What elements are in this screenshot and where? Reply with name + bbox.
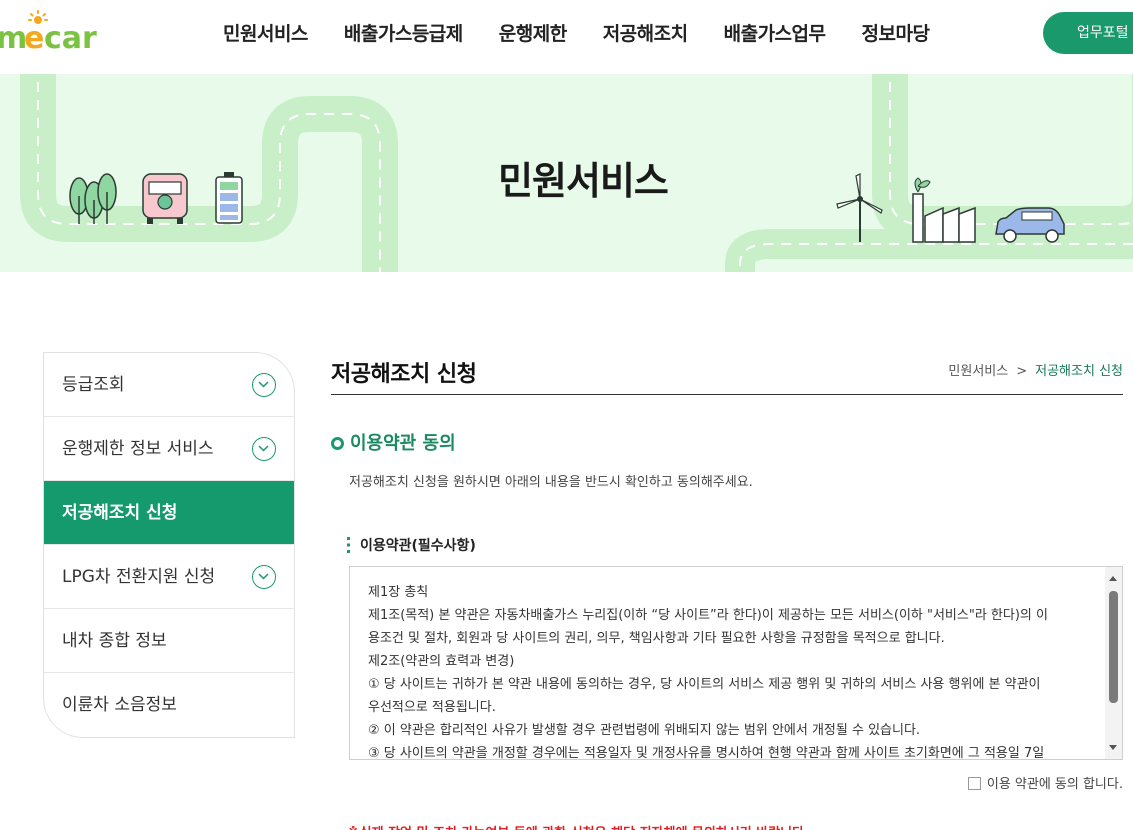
circle-bullet-icon [331,437,344,450]
breadcrumb-separator: > [1016,364,1028,379]
breadcrumb: 민원서비스 > 저공해조치 신청 [948,360,1123,379]
svg-text:e: e [24,21,44,54]
breadcrumb-current: 저공해조치 신청 [1035,364,1123,379]
sidebar-item-grade-lookup[interactable]: 등급조회 [44,353,294,417]
terms-line: ② 이 약관은 합리적인 사유가 발생할 경우 관련법령에 위배되지 않는 범위… [368,723,921,738]
breadcrumb-root[interactable]: 민원서비스 [948,364,1008,379]
nav-item-info-square[interactable]: 정보마당 [844,18,948,50]
section-description: 저공해조치 신청을 원하시면 아래의 내용을 반드시 확인하고 동의해주세요. [349,475,753,490]
agree-terms-checkbox-label[interactable]: 이용 약관에 동의 합니다. [967,773,1123,792]
scrollbar-thumb[interactable] [1109,591,1118,703]
work-portal-button[interactable]: 업무포털 [1043,12,1133,54]
side-nav: 등급조회 운행제한 정보 서비스 저공해조치 신청 LPG차 전환지원 신청 내… [43,352,295,738]
title-divider [331,394,1123,395]
sidebar-item-label: 이륜차 소음정보 [62,695,177,715]
terms-line: 용조건 및 절차, 회원과 당 사이트의 권리, 의무, 책임사항과 기타 필요… [368,631,945,646]
nav-item-driving-restriction[interactable]: 운행제한 [481,18,585,50]
global-nav: 민원서비스 배출가스등급제 운행제한 저공해조치 배출가스업무 정보마당 [205,18,947,50]
sidebar-item-driving-restriction-info[interactable]: 운행제한 정보 서비스 [44,417,294,481]
sidebar-item-label: 등급조회 [62,375,125,395]
nav-item-emission-work[interactable]: 배출가스업무 [706,18,844,50]
chevron-down-icon[interactable] [252,373,276,397]
banner-title: 민원서비스 [498,159,669,203]
nav-item-civil-service[interactable]: 민원서비스 [205,18,326,50]
terms-line: 우선적으로 적용됩니다. [368,700,496,715]
sidebar-item-motorcycle-noise[interactable]: 이륜차 소음정보 [44,673,294,737]
terms-line: ① 당 사이트는 귀하가 본 약관 내용에 동의하는 경우, 당 사이트의 서비… [368,677,1041,692]
terms-text: 제1장 총칙 제1조(목적) 본 약관은 자동차배출가스 누리집(이하 “당 사… [368,581,1090,760]
site-header: m e car 민원서비스 배출가스등급제 운행제한 저공해조치 배출가스업무 … [0,0,1133,74]
chevron-down-icon[interactable] [252,437,276,461]
terms-line: 제1장 총칙 [368,585,429,600]
chevron-down-icon[interactable] [252,565,276,589]
agree-terms-text: 이용 약관에 동의 합니다. [986,777,1123,792]
terms-scrollbox[interactable]: 제1장 총칙 제1조(목적) 본 약관은 자동차배출가스 누리집(이하 “당 사… [349,566,1123,760]
agree-terms-checkbox[interactable] [967,777,981,790]
nav-item-emission-grade[interactable]: 배출가스등급제 [326,18,481,50]
sidebar-item-lpg-conversion[interactable]: LPG차 전환지원 신청 [44,545,294,609]
scroll-up-arrow-icon[interactable] [1109,576,1117,581]
section-title-text: 이용약관 동의 [350,433,456,454]
sidebar-item-label: LPG차 전환지원 신청 [62,567,216,587]
vertical-scrollbar[interactable] [1105,567,1122,759]
notice-text: ※실제 작업 및 조치 가능여부 등에 관한 신청은 해당 지자체에 문의하시기… [347,822,809,830]
terms-line: ③ 당 사이트의 약관을 개정할 경우에는 적용일자 및 개정사유를 명시하여 … [368,746,1045,760]
sidebar-item-low-emission-apply[interactable]: 저공해조치 신청 [44,481,294,545]
dotted-bullet-icon [347,537,350,553]
sidebar-item-label: 저공해조치 신청 [62,503,178,523]
nav-item-low-emission-measures[interactable]: 저공해조치 [585,18,706,50]
sidebar-item-label: 운행제한 정보 서비스 [62,439,214,459]
terms-line: 제1조(목적) 본 약관은 자동차배출가스 누리집(이하 “당 사이트”라 한다… [368,608,1048,623]
svg-text:car: car [44,21,97,54]
terms-title: 이용약관(필수사항) [347,535,476,555]
sidebar-item-my-car-info[interactable]: 내차 종합 정보 [44,609,294,673]
sidebar-item-label: 내차 종합 정보 [62,631,167,651]
site-logo[interactable]: m e car [0,10,130,54]
terms-title-text: 이용약관(필수사항) [360,538,476,554]
page-title: 저공해조치 신청 [331,362,477,387]
terms-line: 제2조(약관의 효력과 변경) [368,654,515,669]
scroll-down-arrow-icon[interactable] [1109,745,1117,750]
section-title: 이용약관 동의 [331,429,456,455]
hero-banner: 민원서비스 [0,74,1133,272]
